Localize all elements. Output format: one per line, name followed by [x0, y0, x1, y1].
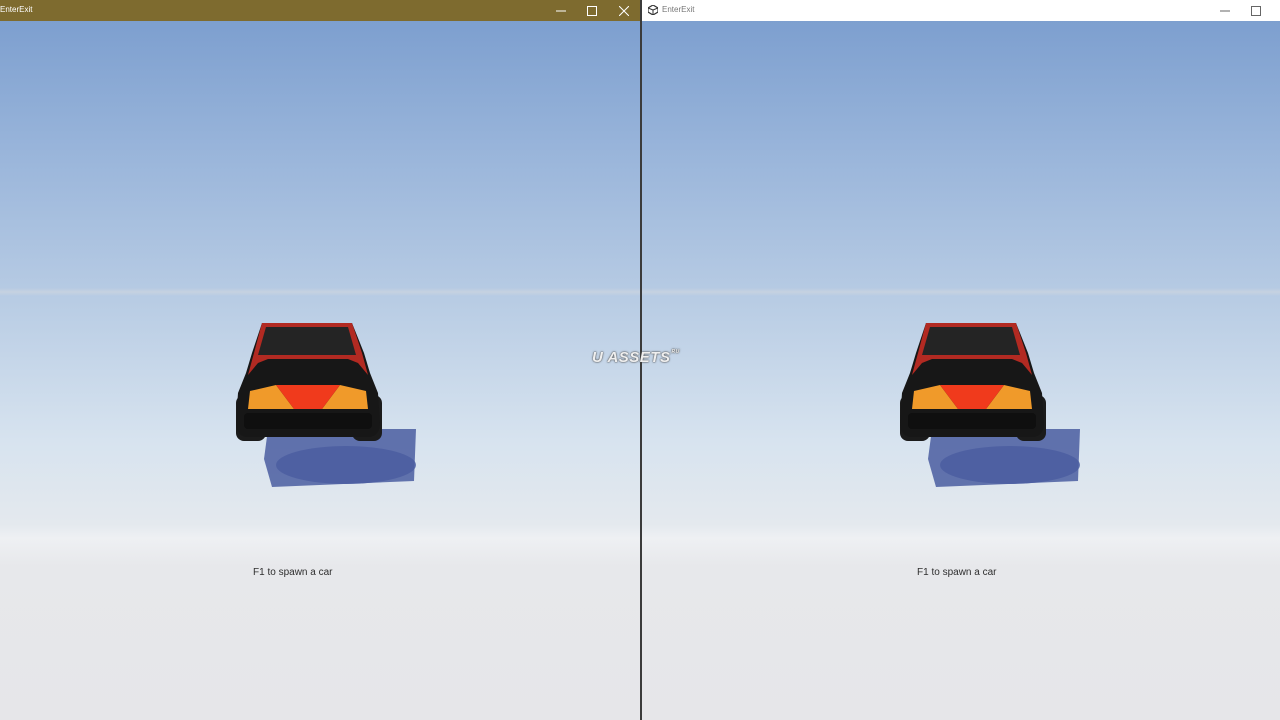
title-bar[interactable]: EnterExit	[642, 0, 1280, 21]
minimize-icon	[556, 10, 566, 11]
car	[900, 323, 1080, 487]
close-icon	[619, 5, 629, 16]
car-bumper	[244, 413, 372, 429]
unity-logo-icon	[648, 5, 658, 15]
maximize-button[interactable]	[577, 0, 607, 21]
car	[236, 323, 416, 487]
watermark-text: U ASSETS	[592, 349, 671, 366]
spawn-hint-text: F1 to spawn a car	[917, 567, 997, 578]
game-viewport[interactable]: F1 to spawn a car	[642, 21, 1280, 720]
window-title: EnterExit	[0, 5, 33, 14]
watermark-superscript: RU	[671, 349, 680, 355]
maximize-icon	[1251, 5, 1261, 16]
car-bumper	[908, 413, 1036, 429]
window-title: EnterExit	[662, 5, 695, 14]
minimize-button[interactable]	[1210, 0, 1240, 21]
game-window-left[interactable]: EnterExit F1 to spawn a car	[0, 0, 640, 720]
maximize-icon	[587, 5, 597, 16]
minimize-button[interactable]	[546, 0, 576, 21]
game-viewport[interactable]: F1 to spawn a car	[0, 21, 640, 720]
watermark-logo: U ASSETSRU	[592, 349, 680, 366]
car-shadow-body	[264, 429, 416, 487]
car-rear-window	[922, 327, 1020, 355]
car-shadow-body	[928, 429, 1080, 487]
spawn-hint-text: F1 to spawn a car	[253, 567, 333, 578]
minimize-icon	[1220, 10, 1230, 11]
title-bar[interactable]: EnterExit	[0, 0, 640, 21]
horizon-line	[0, 288, 640, 296]
game-window-right[interactable]: EnterExit F1 to spawn a car	[642, 0, 1280, 720]
car-rear-window	[258, 327, 356, 355]
close-button[interactable]	[609, 0, 639, 21]
maximize-button[interactable]	[1241, 0, 1271, 21]
horizon-line	[642, 288, 1280, 296]
